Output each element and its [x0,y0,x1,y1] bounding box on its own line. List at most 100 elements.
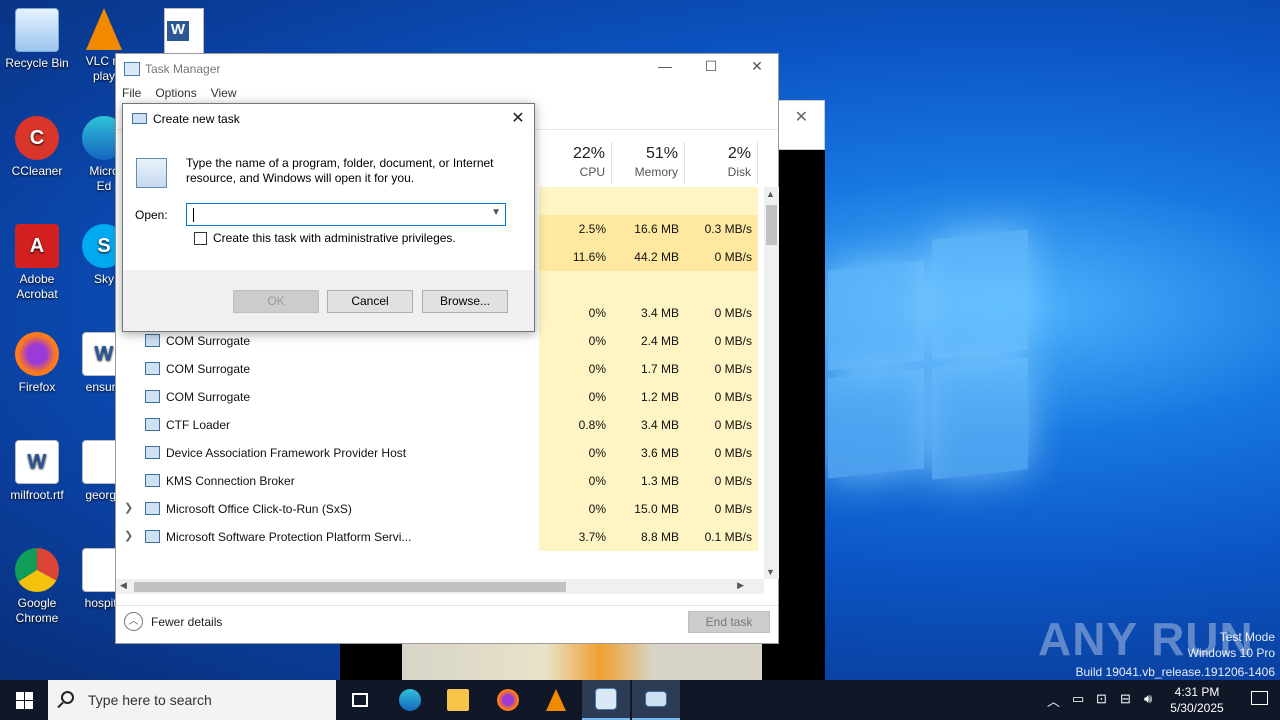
volume-icon[interactable]: 🔊︎ [1144,691,1152,707]
table-row[interactable]: KMS Connection Broker 0% 1.3 MB 0 MB/s [116,467,764,495]
menu-file[interactable]: File [122,86,141,100]
cancel-button[interactable]: Cancel [327,290,413,313]
table-row[interactable]: COM Surrogate 0% 1.2 MB 0 MB/s [116,383,764,411]
expand-chevron-icon[interactable]: ❯ [124,529,133,542]
disk-cell: 0.3 MB/s [685,215,758,243]
search-placeholder: Type here to search [88,692,212,708]
memory-cell [612,187,685,215]
background-image [402,640,762,680]
clock-time: 4:31 PM [1174,685,1220,699]
admin-privileges-checkbox[interactable]: Create this task with administrative pri… [194,231,456,245]
scroll-down-icon[interactable]: ▼ [766,567,775,577]
scroll-left-icon[interactable]: ◀ [120,580,127,591]
network-icon[interactable]: ⊟ [1120,691,1131,707]
disk-cell: 0 MB/s [685,355,758,383]
scroll-right-icon[interactable]: ▶ [737,580,744,591]
taskbar-file-explorer[interactable] [434,680,482,720]
minimize-button[interactable]: — [642,58,688,80]
column-memory[interactable]: 51% Memory [612,142,685,184]
cpu-header: CPU [579,165,605,179]
chevron-up-icon: ︿ [124,612,143,631]
table-row[interactable]: ❯ Microsoft Office Click-to-Run (SxS) 0% 15… [116,495,764,523]
process-icon [145,334,160,347]
memory-cell: 8.8 MB [612,523,685,551]
desktop-icon-chrome[interactable]: Google Chrome [0,548,74,626]
taskbar-vlc[interactable] [532,680,580,720]
scroll-thumb-horizontal[interactable] [134,582,566,592]
column-disk[interactable]: 2% Disk [685,142,758,184]
open-combobox[interactable]: ▼ [186,203,506,226]
vlc-icon [546,689,566,711]
keyboard-icon[interactable]: ▭ [1072,691,1084,707]
fewer-details-button[interactable]: ︿ Fewer details [124,612,222,631]
browse-button[interactable]: Browse... [422,290,508,313]
memory-cell: 1.3 MB [612,467,685,495]
maximize-button[interactable]: ☐ [688,58,734,80]
close-icon[interactable]: ✕ [795,107,808,127]
cpu-cell: 0% [539,467,612,495]
taskbar-task-manager[interactable] [582,680,630,720]
process-name: KMS Connection Broker [166,474,295,488]
cpu-cell: 0% [539,439,612,467]
taskbar-run-dialog[interactable] [632,680,680,720]
scroll-thumb[interactable] [766,205,777,245]
process-icon [145,502,160,515]
dialog-title-bar[interactable]: Create new task ✕ [123,104,534,134]
windows-start-icon [16,692,24,700]
checkbox-label: Create this task with administrative pri… [213,231,456,245]
taskbar-search-box[interactable]: Type here to search [48,680,336,720]
test-mode-label: Test Mode [1219,630,1275,644]
desktop-icon-recycle-bin[interactable]: Recycle Bin [0,8,74,71]
desktop-icon-milfroot[interactable]: W milfroot.rtf [0,440,74,503]
dialog-close-button[interactable]: ✕ [502,104,534,134]
close-button[interactable]: ✕ [734,58,780,80]
taskbar-firefox[interactable] [484,680,532,720]
memory-header: Memory [634,165,678,179]
menu-bar: File Options View [122,86,237,100]
recycle-bin-icon [15,8,59,52]
process-name: Microsoft Office Click-to-Run (SxS) [166,502,352,516]
text-caret [193,208,194,222]
table-row[interactable]: ❯ Microsoft Software Protection Platform … [116,523,764,551]
desktop-icon-acrobat[interactable]: A Adobe Acrobat [0,224,74,302]
taskbar-edge[interactable] [386,680,434,720]
desktop-icon-word-doc[interactable]: W [164,8,204,54]
task-view-button[interactable] [336,680,384,720]
start-button[interactable] [0,680,48,720]
table-row[interactable]: CTF Loader 0.8% 3.4 MB 0 MB/s [116,411,764,439]
table-row[interactable]: Device Association Framework Provider Ho… [116,439,764,467]
clock[interactable]: 4:31 PM 5/30/2025 [1162,684,1232,716]
disk-cell: 0 MB/s [685,327,758,355]
window-title: Task Manager [145,62,221,76]
windows-logo-graphic [828,229,1028,490]
security-icon[interactable]: ⊡ [1096,691,1107,707]
end-task-button[interactable]: End task [688,611,770,633]
horizontal-scrollbar[interactable]: ◀ ▶ [116,579,764,594]
vertical-scrollbar[interactable]: ▲ ▼ [764,187,779,579]
disk-cell: 0 MB/s [685,299,758,327]
memory-total: 51% [645,145,678,162]
show-hidden-icons-icon[interactable]: ︿ [1047,691,1060,710]
open-label: Open: [135,208,168,222]
column-cpu[interactable]: 22% CPU [539,142,612,184]
chevron-down-icon[interactable]: ▼ [491,207,501,218]
title-bar[interactable]: Task Manager — ☐ ✕ [116,54,778,83]
checkbox-box[interactable] [194,231,207,245]
vlc-icon [86,8,122,50]
create-new-task-dialog: Create new task ✕ Type the name of a pro… [122,103,535,332]
desktop-icon-ccleaner[interactable]: C CCleaner [0,116,74,179]
acrobat-icon: A [15,224,59,268]
process-icon [145,446,160,459]
notifications-icon[interactable] [1251,691,1268,705]
menu-view[interactable]: View [211,86,237,100]
table-row[interactable]: COM Surrogate 0% 1.7 MB 0 MB/s [116,355,764,383]
disk-cell: 0 MB/s [685,411,758,439]
process-name: COM Surrogate [166,334,251,348]
expand-chevron-icon[interactable]: ❯ [124,501,133,514]
scroll-up-icon[interactable]: ▲ [766,189,775,199]
ok-button[interactable]: OK [233,290,319,313]
menu-options[interactable]: Options [155,86,196,100]
desktop-icon-firefox[interactable]: Firefox [0,332,74,395]
task-manager-icon [124,62,140,76]
cpu-total: 22% [572,145,605,162]
